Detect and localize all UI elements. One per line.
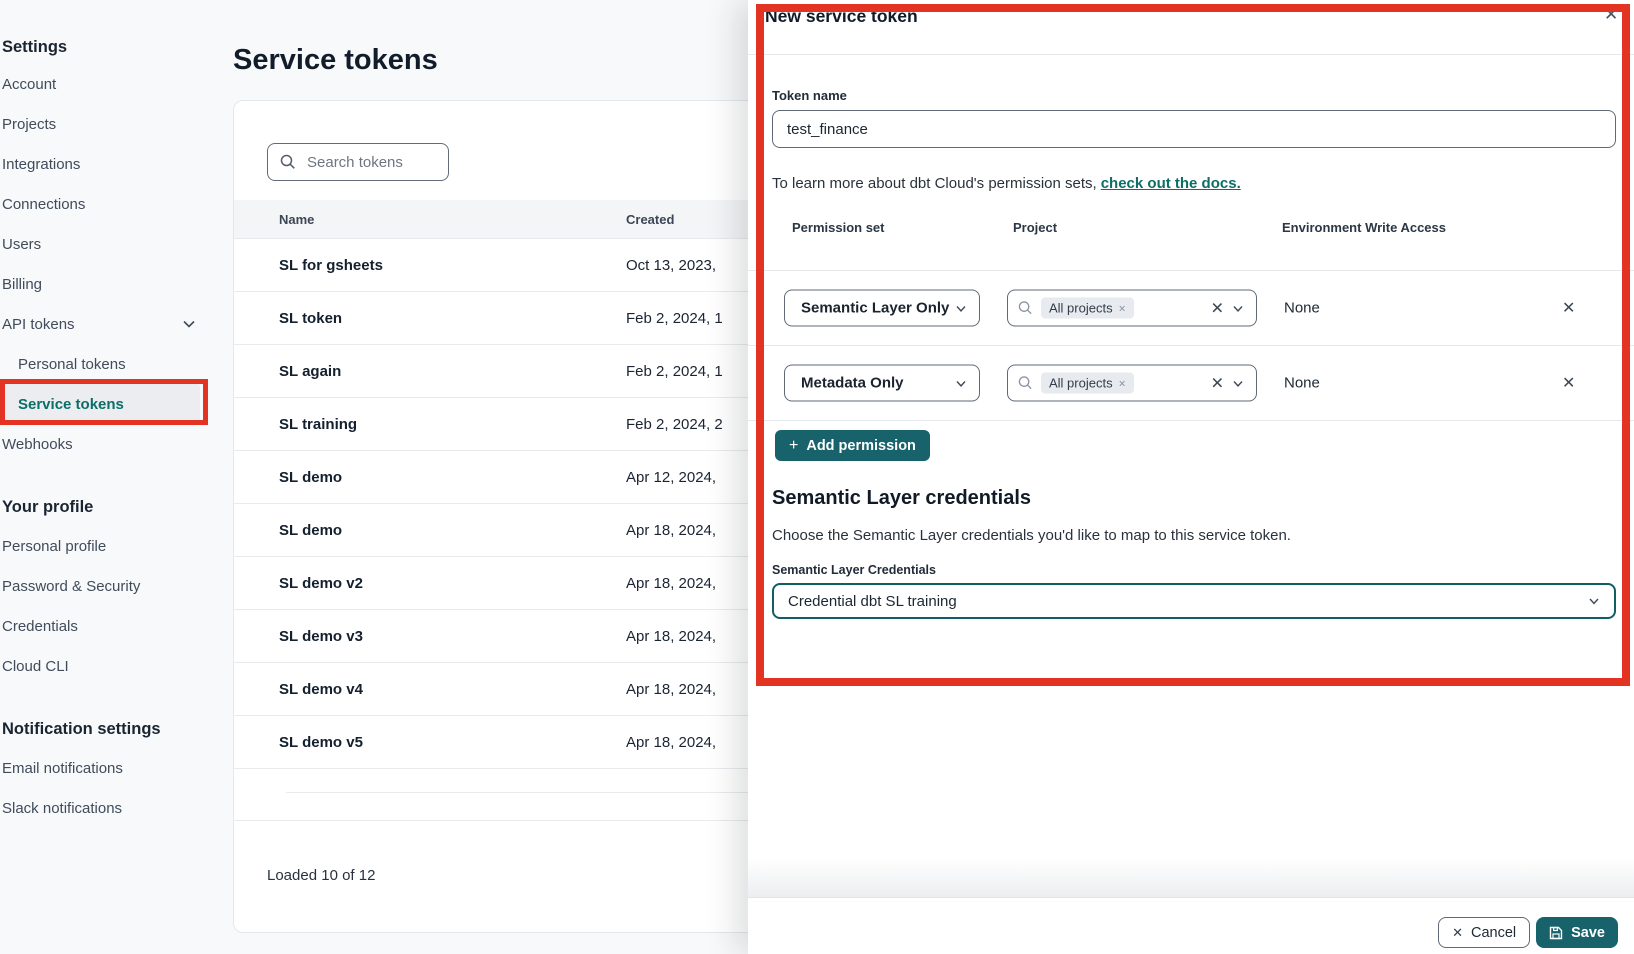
sidebar-item-service-tokens[interactable]: Service tokens [2, 384, 200, 424]
new-service-token-drawer: New service token ✕ Token name To learn … [748, 0, 1634, 954]
sidebar-item-personal-profile[interactable]: Personal profile [2, 526, 224, 566]
semantic-layer-credentials-heading: Semantic Layer credentials [772, 487, 1634, 510]
page-title: Service tokens [233, 44, 438, 77]
project-chip[interactable]: All projects × [1041, 298, 1134, 319]
semantic-layer-credentials-select[interactable]: Credential dbt SL training [772, 583, 1616, 619]
settings-sidebar: Settings Account Projects Integrations C… [0, 0, 224, 828]
chip-remove-icon[interactable]: × [1119, 301, 1126, 315]
cancel-button[interactable]: ✕ Cancel [1438, 917, 1530, 948]
clear-selection-icon[interactable]: ✕ [1211, 373, 1224, 393]
token-name-cell: SL training [234, 416, 626, 433]
sidebar-item-users[interactable]: Users [2, 224, 224, 264]
save-label: Save [1571, 925, 1605, 941]
chevron-down-icon [1232, 302, 1244, 314]
sidebar-item-webhooks[interactable]: Webhooks [2, 424, 224, 464]
token-name-cell: SL demo v3 [234, 628, 626, 645]
project-combobox[interactable]: All projects × ✕ [1007, 290, 1257, 327]
add-permission-button[interactable]: + Add permission [775, 430, 930, 461]
sidebar-item-label: API tokens [2, 316, 75, 333]
search-tokens-input[interactable] [305, 153, 429, 172]
project-combobox[interactable]: All projects × ✕ [1007, 365, 1257, 402]
search-icon [1018, 376, 1033, 391]
token-name-cell: SL for gsheets [234, 257, 626, 274]
permission-set-value: Semantic Layer Only [801, 300, 949, 317]
sidebar-item-cloud-cli[interactable]: Cloud CLI [2, 646, 224, 686]
column-header-environment-write-access: Environment Write Access [1282, 220, 1446, 235]
footer-scroll-shadow [748, 858, 1634, 897]
search-icon [1018, 301, 1033, 316]
chevron-down-icon [955, 302, 967, 314]
permission-set-select[interactable]: Semantic Layer Only [784, 290, 980, 327]
sidebar-item-billing[interactable]: Billing [2, 264, 224, 304]
token-name-label: Token name [772, 88, 1634, 103]
close-icon: ✕ [1452, 925, 1463, 941]
chevron-down-icon [182, 317, 196, 331]
permissions-header: Permission set Project Environment Write… [748, 220, 1634, 271]
docs-link[interactable]: check out the docs. [1101, 175, 1241, 192]
sidebar-heading-notification-settings: Notification settings [2, 710, 224, 748]
plus-icon: + [789, 437, 798, 455]
sidebar-item-email-notifications[interactable]: Email notifications [2, 748, 224, 788]
add-permission-label: Add permission [806, 438, 916, 454]
docs-hint-text: To learn more about dbt Cloud's permissi… [772, 175, 1097, 192]
cancel-label: Cancel [1471, 925, 1516, 941]
docs-hint: To learn more about dbt Cloud's permissi… [772, 175, 1634, 192]
credential-value: Credential dbt SL training [788, 593, 957, 610]
sidebar-item-credentials[interactable]: Credentials [2, 606, 224, 646]
environment-write-access-value: None [1284, 375, 1320, 392]
save-button[interactable]: Save [1536, 917, 1618, 948]
search-icon [280, 154, 296, 170]
token-name-cell: SL demo v4 [234, 681, 626, 698]
column-header-permission-set: Permission set [792, 220, 885, 235]
clear-selection-icon[interactable]: ✕ [1211, 298, 1224, 318]
semantic-layer-credentials-description: Choose the Semantic Layer credentials yo… [772, 527, 1634, 544]
column-header-project: Project [1013, 220, 1057, 235]
chevron-down-icon [955, 377, 967, 389]
project-chip-label: All projects [1049, 376, 1113, 391]
environment-write-access-value: None [1284, 300, 1320, 317]
screen: Settings Account Projects Integrations C… [0, 0, 1634, 954]
save-icon [1549, 926, 1563, 940]
permission-row: Semantic Layer Only All projects × [748, 271, 1634, 346]
token-name-cell: SL token [234, 310, 626, 327]
permission-set-select[interactable]: Metadata Only [784, 365, 980, 402]
token-name-cell: SL demo [234, 522, 626, 539]
drawer-footer: ✕ Cancel Save [748, 897, 1634, 954]
permission-row: Metadata Only All projects × [748, 346, 1634, 421]
sidebar-item-password-security[interactable]: Password & Security [2, 566, 224, 606]
project-chip-label: All projects [1049, 301, 1113, 316]
sidebar-item-personal-tokens[interactable]: Personal tokens [2, 344, 224, 384]
drawer-title: New service token [765, 6, 918, 27]
sidebar-item-integrations[interactable]: Integrations [2, 144, 224, 184]
sidebar-item-connections[interactable]: Connections [2, 184, 224, 224]
token-name-cell: SL demo [234, 469, 626, 486]
token-name-field[interactable] [772, 110, 1616, 148]
search-tokens-box[interactable] [267, 143, 449, 181]
drawer-header: New service token ✕ [748, 0, 1634, 55]
remove-permission-icon[interactable]: ✕ [1562, 373, 1575, 393]
sidebar-item-api-tokens[interactable]: API tokens [2, 304, 224, 344]
sidebar-item-account[interactable]: Account [2, 64, 224, 104]
sidebar-heading-settings: Settings [2, 30, 224, 64]
close-icon[interactable]: ✕ [1604, 5, 1618, 25]
sidebar-item-slack-notifications[interactable]: Slack notifications [2, 788, 224, 828]
project-chip[interactable]: All projects × [1041, 373, 1134, 394]
token-name-cell: SL again [234, 363, 626, 380]
chevron-down-icon [1232, 377, 1244, 389]
remove-permission-icon[interactable]: ✕ [1562, 298, 1575, 318]
chip-remove-icon[interactable]: × [1119, 376, 1126, 390]
column-header-name: Name [234, 212, 626, 227]
token-name-cell: SL demo v5 [234, 734, 626, 751]
token-name-cell: SL demo v2 [234, 575, 626, 592]
sidebar-heading-your-profile: Your profile [2, 488, 224, 526]
permissions-rows: Semantic Layer Only All projects × [748, 271, 1634, 421]
semantic-layer-credentials-label: Semantic Layer Credentials [772, 563, 1634, 577]
chevron-down-icon [1588, 595, 1600, 607]
sidebar-item-projects[interactable]: Projects [2, 104, 224, 144]
permission-set-value: Metadata Only [801, 375, 904, 392]
